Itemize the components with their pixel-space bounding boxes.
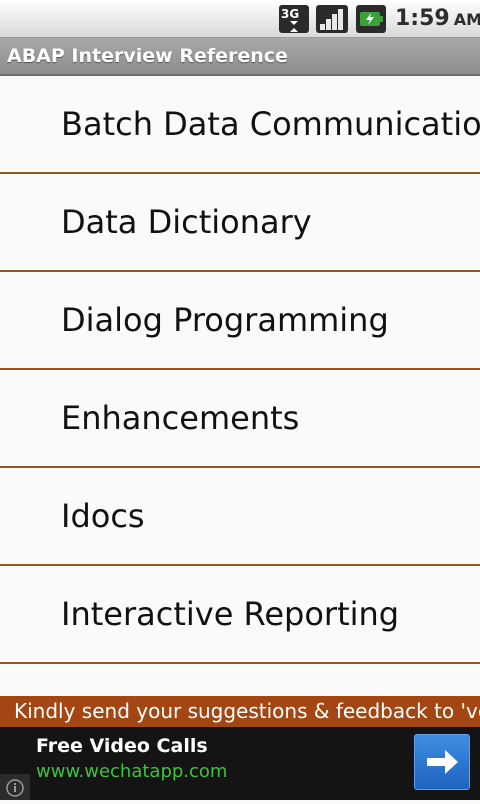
app-title: ABAP Interview Reference xyxy=(7,45,288,67)
ad-title: Free Video Calls xyxy=(36,735,208,757)
feedback-marquee[interactable]: Kindly send your suggestions & feedback … xyxy=(0,696,480,727)
clock-ampm: AM xyxy=(453,10,480,29)
list-item-label: Dialog Programming xyxy=(61,301,389,339)
app-title-bar: ABAP Interview Reference xyxy=(0,38,480,76)
list-item[interactable]: Batch Data Communication xyxy=(0,76,480,174)
ad-go-button[interactable] xyxy=(414,734,470,790)
signal-strength-icon xyxy=(316,5,348,33)
list-item-label: Idocs xyxy=(61,497,145,535)
ad-banner[interactable]: Free Video Calls www.wechatapp.com xyxy=(0,727,480,800)
status-bar: 3G 1:59 AM xyxy=(0,0,480,38)
ad-info-button[interactable] xyxy=(0,774,30,800)
list-item[interactable]: Enhancements xyxy=(0,370,480,468)
list-item[interactable]: Data Dictionary xyxy=(0,174,480,272)
status-clock: 1:59 AM xyxy=(395,5,480,33)
list-item[interactable]: Interactive Reporting xyxy=(0,566,480,664)
info-icon xyxy=(6,779,24,797)
list-item[interactable]: Idocs xyxy=(0,468,480,566)
ad-url: www.wechatapp.com xyxy=(36,761,228,782)
list-item[interactable]: Dialog Programming xyxy=(0,272,480,370)
list-item-label: Interactive Reporting xyxy=(61,595,400,633)
list-item-label: Enhancements xyxy=(61,399,300,437)
battery-charging-icon xyxy=(356,5,386,33)
list-item-label: Data Dictionary xyxy=(61,203,312,241)
list-item-label: Batch Data Communication xyxy=(61,105,480,143)
topic-list: Batch Data Communication Data Dictionary… xyxy=(0,76,480,664)
clock-time: 1:59 xyxy=(395,6,450,31)
svg-text:3G: 3G xyxy=(281,7,299,21)
feedback-text: Kindly send your suggestions & feedback … xyxy=(14,699,480,723)
3g-data-icon: 3G xyxy=(279,5,309,33)
arrow-right-icon xyxy=(427,750,458,774)
